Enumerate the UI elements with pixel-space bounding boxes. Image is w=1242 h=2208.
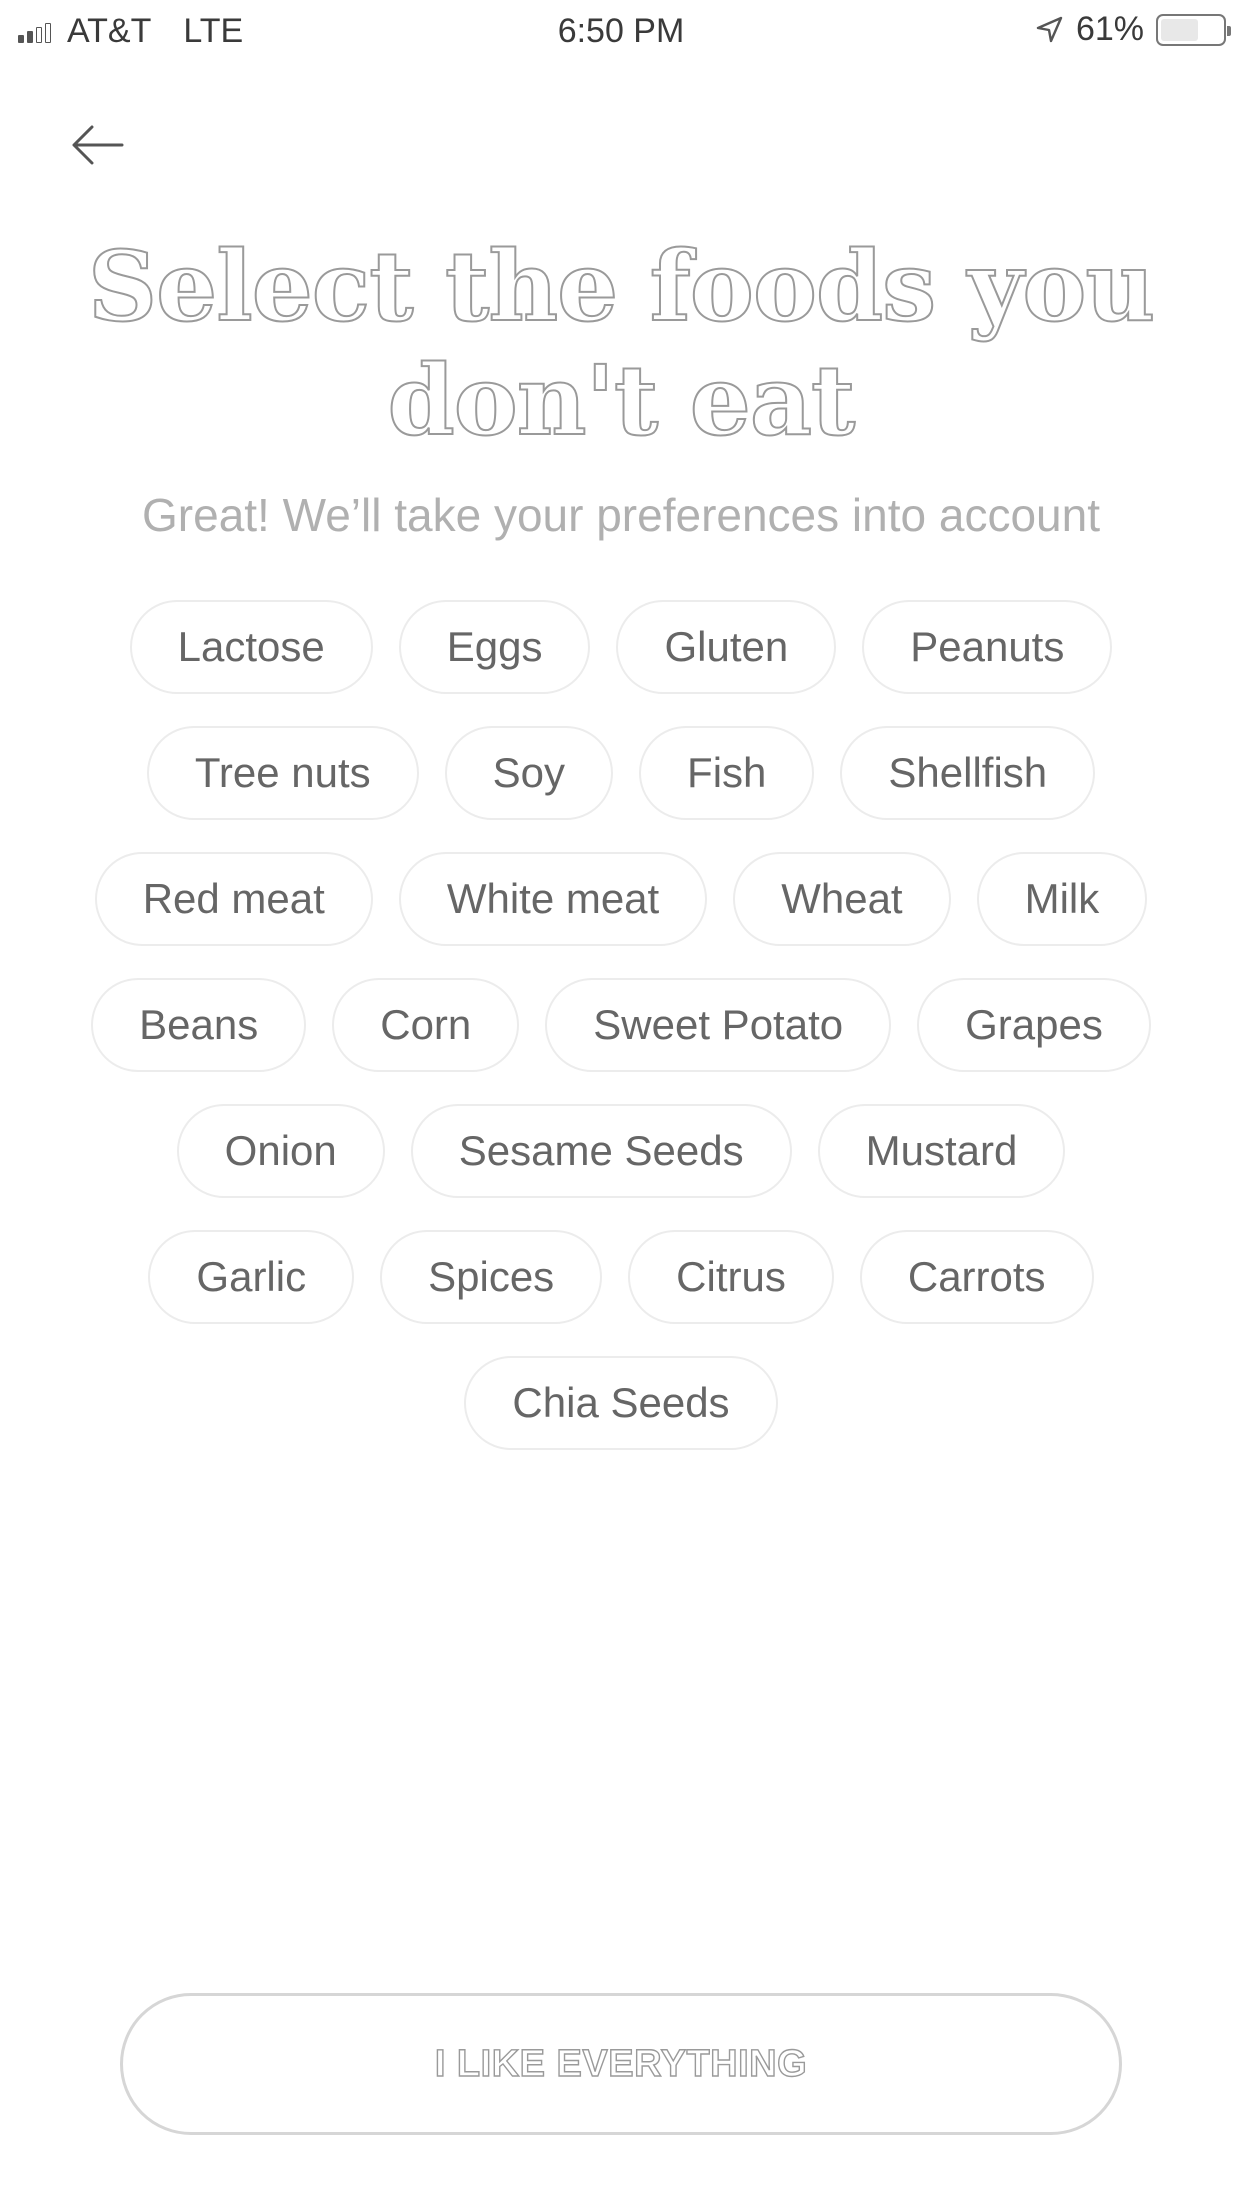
food-chip-wheat[interactable]: Wheat [733,852,951,946]
page-title: Select the foods you don't eat [60,229,1182,458]
food-chip-list: Lactose Eggs Gluten Peanuts Tree nuts Soy Fish… [60,600,1182,1450]
food-chip-carrots[interactable]: Carrots [859,1230,1094,1324]
food-chip-beans[interactable]: Beans [91,978,307,1072]
battery-percent: 61% [1075,10,1144,48]
food-chip-row: Beans Corn Sweet Potato Grapes [60,978,1182,1072]
food-chip-onion[interactable]: Onion [176,1104,385,1198]
food-chip-white-meat[interactable]: White meat [398,852,708,946]
food-chip-row: Tree nuts Soy Fish Shellfish [60,726,1182,820]
food-chip-row: Lactose Eggs Gluten Peanuts [60,600,1182,694]
food-chip-row: Onion Sesame Seeds Mustard [60,1104,1182,1198]
food-chip-lactose[interactable]: Lactose [129,600,373,694]
food-chip-sweet-potato[interactable]: Sweet Potato [545,978,892,1072]
food-chip-row: Garlic Spices Citrus Carrots [60,1230,1182,1324]
back-button[interactable] [68,115,132,175]
page-title-line-2: don't eat [387,343,857,458]
food-chip-garlic[interactable]: Garlic [148,1230,355,1324]
food-chip-red-meat[interactable]: Red meat [94,852,373,946]
food-chip-citrus[interactable]: Citrus [628,1230,834,1324]
food-chip-row: Red meat White meat Wheat Milk [60,852,1182,946]
food-chip-gluten[interactable]: Gluten [616,600,837,694]
status-bar: AT&T LTE 6:50 PM 61% [0,0,1242,64]
food-chip-peanuts[interactable]: Peanuts [862,600,1113,694]
food-chip-grapes[interactable]: Grapes [917,978,1151,1072]
battery-icon [1156,13,1231,46]
like-everything-button[interactable]: I LIKE EVERYTHING [120,1993,1122,2135]
food-chip-fish[interactable]: Fish [639,726,815,820]
food-chip-tree-nuts[interactable]: Tree nuts [146,726,419,820]
food-chip-sesame-seeds[interactable]: Sesame Seeds [410,1104,792,1198]
location-arrow-icon [1036,16,1063,42]
arrow-left-icon [72,125,124,165]
food-chip-shellfish[interactable]: Shellfish [840,726,1096,820]
page-subtitle: Great! We’ll take your preferences into … [142,489,1100,541]
food-chip-corn[interactable]: Corn [332,978,520,1072]
status-right: 61% [1034,10,1231,49]
food-chip-chia-seeds[interactable]: Chia Seeds [464,1356,778,1450]
food-chip-row: Chia Seeds [60,1356,1182,1450]
food-chip-milk[interactable]: Milk [976,852,1148,946]
food-preferences-screen: AT&T LTE 6:50 PM 61% Select the foods yo… [0,0,1242,2208]
food-chip-spices[interactable]: Spices [380,1230,603,1324]
food-chip-mustard[interactable]: Mustard [817,1104,1066,1198]
food-chip-eggs[interactable]: Eggs [398,600,591,694]
page-title-line-1: Select the foods you [87,229,1156,344]
battery-fill [1161,18,1198,41]
food-chip-soy[interactable]: Soy [444,726,614,820]
